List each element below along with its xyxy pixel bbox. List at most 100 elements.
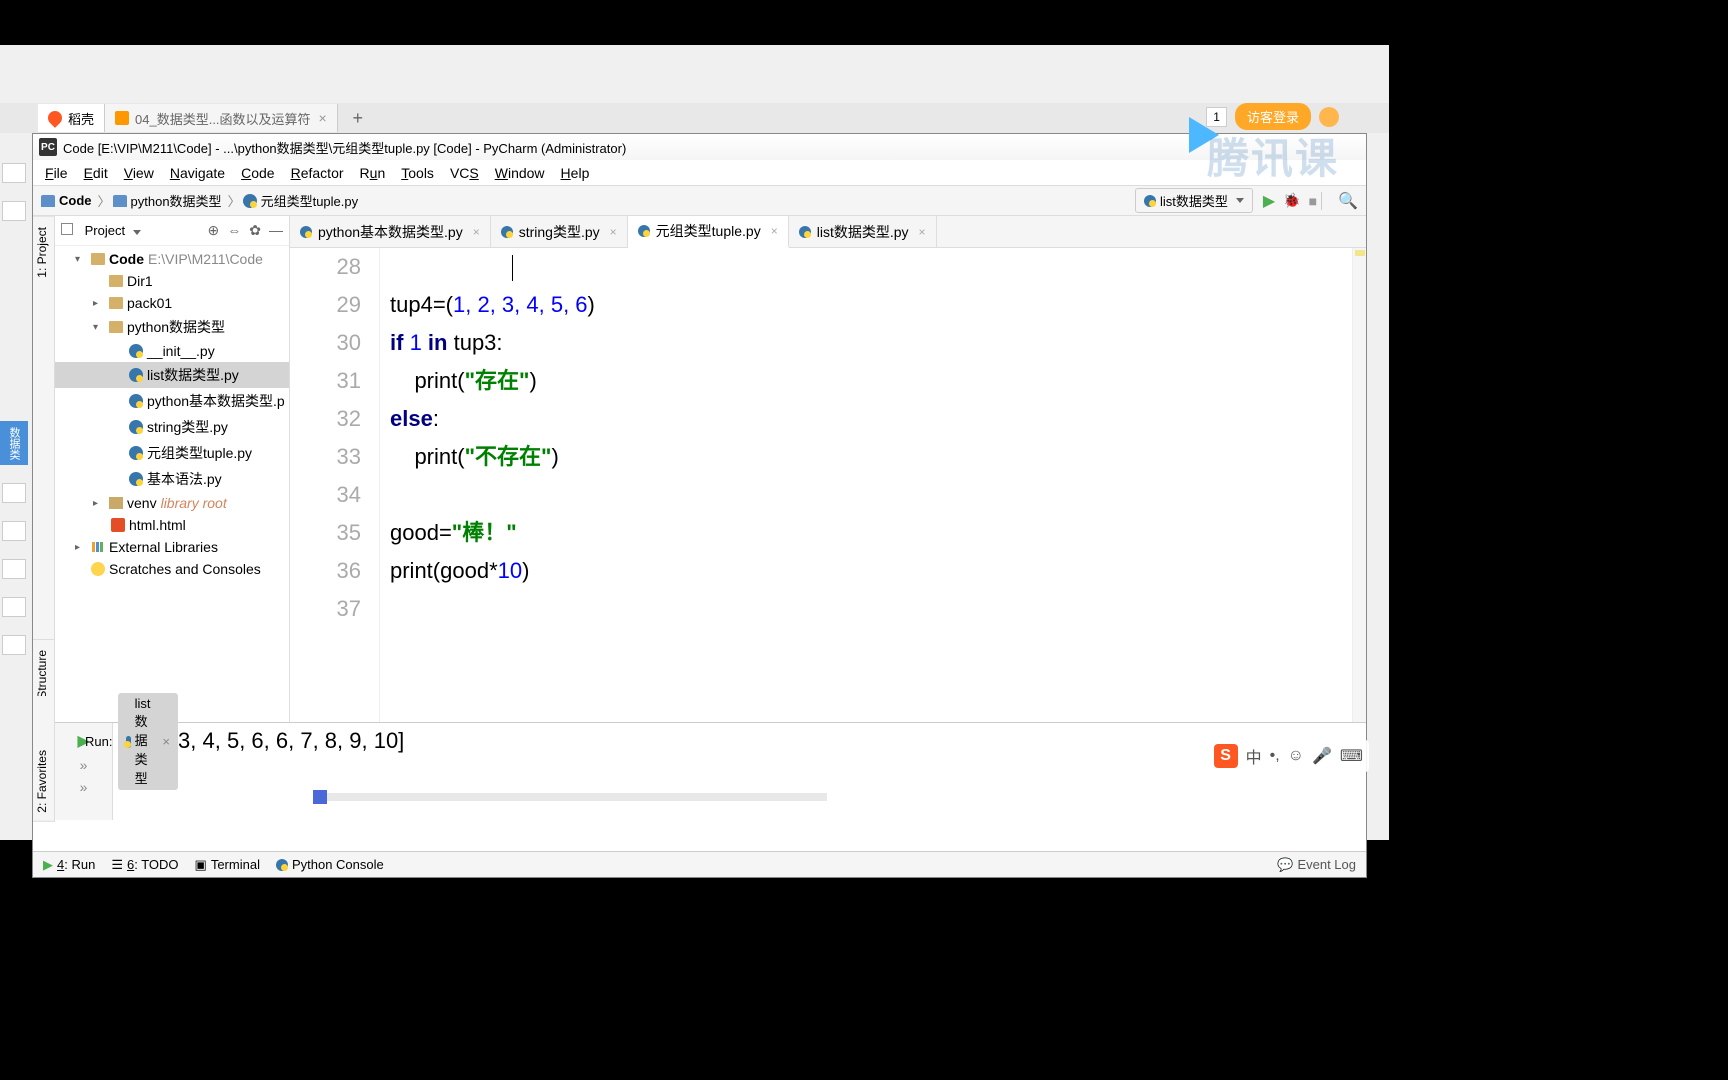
close-icon[interactable]: × xyxy=(473,225,480,239)
expand-icon[interactable]: ▾ xyxy=(75,254,87,265)
tab-label: 04_数据类型...函数以及运算符 xyxy=(135,109,311,128)
editor-tab-pybase[interactable]: python基本数据类型.py × xyxy=(290,216,491,247)
editor-tab-string[interactable]: string类型.py × xyxy=(491,216,628,247)
menu-view[interactable]: View xyxy=(116,165,162,181)
menu-vcs[interactable]: VCS xyxy=(442,165,487,181)
breadcrumb-folder[interactable]: python数据类型 xyxy=(113,191,222,210)
close-icon[interactable]: × xyxy=(162,734,170,749)
folder-icon xyxy=(41,195,55,207)
close-icon[interactable]: × xyxy=(919,225,926,239)
tool-tab-python-console[interactable]: Python Console xyxy=(276,857,384,872)
project-panel-header: Project ⊕ ⇔ ✿ — xyxy=(55,216,289,246)
library-folder-icon xyxy=(109,497,123,509)
tree-scratches[interactable]: Scratches and Consoles xyxy=(55,558,289,580)
hide-icon[interactable]: — xyxy=(269,222,283,239)
tree-path: E:\VIP\M211\Code xyxy=(148,251,263,267)
warning-marker[interactable] xyxy=(1355,250,1365,256)
locate-icon[interactable]: ⊕ xyxy=(208,222,220,239)
project-tool-tab[interactable]: 1: Project xyxy=(33,216,54,288)
folder-icon xyxy=(109,297,123,309)
editor-marker-strip[interactable] xyxy=(1352,248,1366,722)
search-button[interactable]: 🔍 xyxy=(1338,191,1358,211)
ime-voice-icon[interactable]: 🎤 xyxy=(1312,746,1332,766)
editor-tab-tuple[interactable]: 元组类型tuple.py × xyxy=(628,216,789,248)
run-configuration-selector[interactable]: list数据类型 xyxy=(1135,188,1253,213)
tree-file-init[interactable]: __init__.py xyxy=(55,340,289,362)
window-titlebar[interactable]: PC Code [E:\VIP\M211\Code] - ...\python数… xyxy=(33,134,1366,160)
breadcrumb-file[interactable]: 元组类型tuple.py xyxy=(243,191,359,210)
output-line: [1, 2, 3, 4, 5, 6, 6, 7, 8, 9, 10] xyxy=(123,725,1356,757)
menu-run[interactable]: Run xyxy=(352,165,394,181)
ime-punctuation-icon[interactable]: •, xyxy=(1270,747,1280,765)
ime-lang[interactable]: 中 xyxy=(1246,744,1262,768)
tool-tab-todo[interactable]: ☰ 6: TODO xyxy=(111,857,178,873)
ime-toolbar[interactable]: S 中 •, ☺ 🎤 ⌨ xyxy=(1208,740,1369,772)
close-icon[interactable]: × xyxy=(610,225,617,239)
login-button[interactable]: 访客登录 xyxy=(1235,103,1311,130)
breadcrumb-label: Code xyxy=(59,193,92,208)
menu-code[interactable]: Code xyxy=(233,165,282,181)
tree-label: python基本数据类型.p xyxy=(147,391,285,411)
breadcrumb-root[interactable]: Code xyxy=(41,193,92,208)
ime-keyboard-icon[interactable]: ⌨ xyxy=(1340,746,1363,766)
tree-file-list[interactable]: list数据类型.py xyxy=(55,362,289,388)
project-view-selector[interactable]: Project xyxy=(61,223,141,238)
tree-file-tuple[interactable]: 元组类型tuple.py xyxy=(55,440,289,466)
tree-folder-dir1[interactable]: Dir1 xyxy=(55,270,289,292)
sogou-icon[interactable]: S xyxy=(1214,744,1238,768)
pycharm-icon: PC xyxy=(39,138,57,156)
scrollbar-thumb[interactable] xyxy=(313,790,327,804)
expand-icon[interactable]: ▸ xyxy=(93,298,105,309)
tree-file-html[interactable]: html.html xyxy=(55,514,289,536)
avatar-icon[interactable] xyxy=(1319,107,1339,127)
play-icon: ▶ xyxy=(43,857,53,873)
expand-icon[interactable]: ▸ xyxy=(75,542,87,553)
tree-label: External Libraries xyxy=(109,539,218,555)
code-editor[interactable]: 2829 3031 3233 3435 3637 tup4=(1, 2, 3, … xyxy=(290,248,1366,722)
tree-file-basic[interactable]: 基本语法.py xyxy=(55,466,289,492)
expand-icon[interactable]: ▸ xyxy=(93,498,105,509)
tree-file-pybase[interactable]: python基本数据类型.p xyxy=(55,388,289,414)
editor-tab-list[interactable]: list数据类型.py × xyxy=(789,216,937,247)
python-icon xyxy=(126,736,130,748)
main-menu: File Edit View Navigate Code Refactor Ru… xyxy=(33,160,1366,186)
tree-root[interactable]: ▾ Code E:\VIP\M211\Code xyxy=(55,248,289,270)
run-tab[interactable]: list数据类型 × xyxy=(118,693,177,790)
doc-icon xyxy=(115,111,129,125)
collapse-icon[interactable]: ⇔ xyxy=(227,222,241,239)
python-file-icon xyxy=(129,472,143,486)
tree-folder-pydatatype[interactable]: ▾ python数据类型 xyxy=(55,314,289,340)
menu-refactor[interactable]: Refactor xyxy=(283,165,352,181)
favorites-tool-tab[interactable]: 2: Favorites xyxy=(33,742,54,822)
menu-help[interactable]: Help xyxy=(553,165,598,181)
browser-tab-document[interactable]: 04_数据类型...函数以及运算符 × xyxy=(105,104,338,132)
tab-label: python基本数据类型.py xyxy=(318,222,463,242)
pycharm-window: PC Code [E:\VIP\M211\Code] - ...\python数… xyxy=(32,133,1367,878)
ime-emoji-icon[interactable]: ☺ xyxy=(1288,747,1304,765)
menu-tools[interactable]: Tools xyxy=(393,165,442,181)
scrollbar-track[interactable] xyxy=(327,793,827,801)
tree-folder-venv[interactable]: ▸ venv library root xyxy=(55,492,289,514)
tool-tab-run[interactable]: ▶ 4: Run xyxy=(43,857,95,873)
code-content[interactable]: tup4=(1, 2, 3, 4, 5, 6) if 1 in tup3: pr… xyxy=(380,248,1352,722)
run-button[interactable]: ▶ xyxy=(1263,191,1275,211)
run-console-output[interactable]: [1, 2, 3, 4, 5, 6, 6, 7, 8, 9, 10] [] xyxy=(113,723,1366,820)
add-tab-button[interactable]: + xyxy=(346,106,370,130)
close-icon[interactable]: × xyxy=(319,110,327,126)
tree-file-string[interactable]: string类型.py xyxy=(55,414,289,440)
browser-tab-docer[interactable]: 稻壳 xyxy=(38,104,105,132)
folder-icon xyxy=(109,275,123,287)
tool-tab-terminal[interactable]: ▣ Terminal xyxy=(195,857,260,873)
tree-external-libraries[interactable]: ▸ External Libraries xyxy=(55,536,289,558)
expand-icon[interactable]: ▾ xyxy=(93,322,105,333)
event-log-button[interactable]: 💬 Event Log xyxy=(1277,857,1356,873)
close-icon[interactable]: × xyxy=(771,224,778,238)
menu-file[interactable]: File xyxy=(37,165,76,181)
tree-folder-pack01[interactable]: ▸ pack01 xyxy=(55,292,289,314)
debug-button[interactable]: 🐞 xyxy=(1283,192,1300,209)
settings-icon[interactable]: ✿ xyxy=(249,222,261,239)
menu-navigate[interactable]: Navigate xyxy=(162,165,233,181)
menu-edit[interactable]: Edit xyxy=(76,165,116,181)
menu-window[interactable]: Window xyxy=(487,165,553,181)
scratches-icon xyxy=(91,562,105,576)
